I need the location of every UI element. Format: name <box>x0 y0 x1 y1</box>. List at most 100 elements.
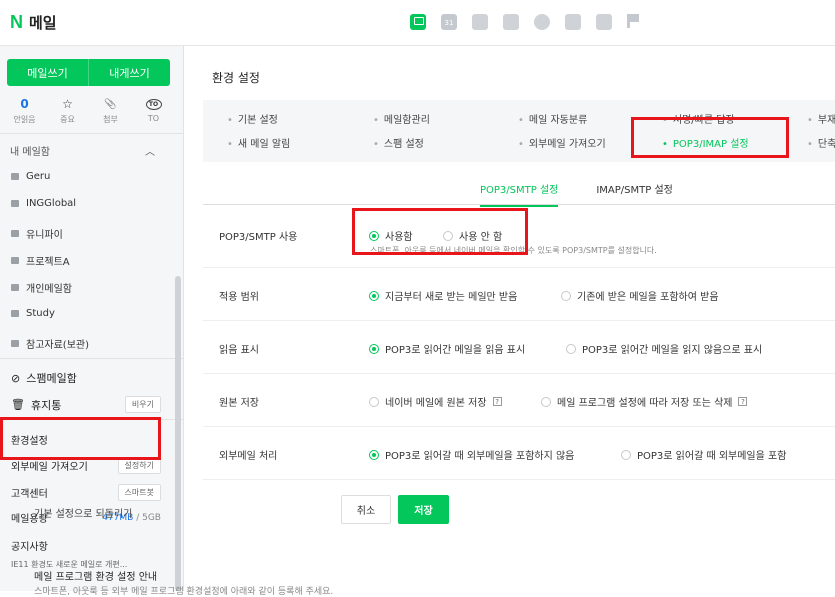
bookmark-app-icon[interactable] <box>627 14 639 28</box>
cancel-button[interactable]: 취소 <box>341 495 391 524</box>
radio-label: 지금부터 새로 받는 메일만 받음 <box>385 292 518 303</box>
chevron-up-icon[interactable]: ︿ <box>145 143 155 158</box>
apps-grid-icon[interactable] <box>565 14 581 30</box>
radio-mark-unread[interactable]: POP3로 읽어간 메일을 읽지 않음으로 표시 <box>566 341 762 356</box>
help-icon[interactable]: ? <box>492 397 502 406</box>
folder-icon <box>11 200 19 207</box>
app-switcher: 31 <box>410 14 639 30</box>
reset-to-default-link[interactable]: 기본 설정으로 되돌리기 <box>34 505 132 520</box>
spam-mailbox[interactable]: ⊘ 스팸메일함 <box>11 370 77 386</box>
folder-label: Study <box>26 308 55 319</box>
spam-mailbox-label: 스팸메일함 <box>26 372 77 385</box>
empty-trash-button[interactable]: 비우기 <box>124 396 161 413</box>
capacity-total: / 5GB <box>136 512 161 523</box>
contacts-app-icon[interactable] <box>472 14 488 30</box>
tab-pop3-imap[interactable]: POP3/IMAP 설정 <box>662 135 749 150</box>
trash-row[interactable]: 🗑 휴지통 비우기 <box>11 396 161 413</box>
tab-signature[interactable]: 서명/빠른 답장 <box>662 111 735 126</box>
to-icon: TO <box>145 98 162 110</box>
tab-new-mail-alert[interactable]: 새 메일 알림 <box>227 135 290 150</box>
folder-item[interactable]: INGGlobal <box>11 198 76 209</box>
my-mailbox-title: 내 메일함 <box>10 147 50 158</box>
tab-external-mail[interactable]: 외부메일 가져오기 <box>518 135 606 150</box>
external-mail-row[interactable]: 외부메일 가져오기 설정하기 <box>11 457 161 474</box>
quick-label: TO <box>147 114 160 123</box>
folder-icon <box>11 230 19 237</box>
smartbot-button[interactable]: 스마트봇 <box>117 484 161 501</box>
radio-scope-new-only[interactable]: 지금부터 새로 받는 메일만 받음 <box>369 288 517 303</box>
mail-logo-text: 메일 <box>29 14 57 32</box>
folder-item[interactable]: 참고자료(보관) <box>11 336 89 351</box>
tab-away[interactable]: 부재중 <box>807 111 835 126</box>
radio-label: POP3로 읽어간 메일을 읽지 않음으로 표시 <box>582 345 763 356</box>
folder-icon <box>11 284 19 291</box>
settings-link[interactable]: 환경설정 <box>11 432 161 447</box>
radio-label: 네이버 메일에 원본 저장 <box>385 398 487 409</box>
tab-shortcuts[interactable]: 단축키 <box>807 135 835 150</box>
trash-label: 휴지통 <box>30 398 62 412</box>
row-keep-original: 원본 저장 네이버 메일에 원본 저장? 메일 프로그램 설정에 따라 저장 또… <box>203 374 835 427</box>
folder-label: 참고자료(보관) <box>26 340 90 351</box>
folder-icon <box>11 310 19 317</box>
row-read-mark: 읽음 표시 POP3로 읽어간 메일을 읽음 표시 POP3로 읽어간 메일을 … <box>203 321 835 374</box>
folder-label: Geru <box>26 171 51 182</box>
calendar-app-icon[interactable]: 31 <box>441 14 457 30</box>
radio-scope-include-old[interactable]: 기존에 받은 메일을 포함하여 받음 <box>561 288 719 303</box>
external-mail-setup-button[interactable]: 설정하기 <box>117 457 161 474</box>
write-mail-button[interactable]: 메일쓰기 <box>7 59 89 86</box>
radio-keep-original[interactable]: 네이버 메일에 원본 저장? <box>369 394 502 409</box>
radio-selected-icon <box>369 290 379 301</box>
quick-label: 안읽음 <box>13 115 36 124</box>
my-mailbox-header[interactable]: 내 메일함 ︿ <box>10 143 155 158</box>
folder-item[interactable]: 프로젝트A <box>11 253 70 268</box>
radio-include-external[interactable]: POP3로 읽어갈 때 외부메일을 포함 <box>621 447 786 462</box>
mail-app-icon[interactable] <box>410 14 426 30</box>
addressbook-app-icon[interactable] <box>503 14 519 30</box>
radio-mark-read[interactable]: POP3로 읽어간 메일을 읽음 표시 <box>369 341 525 356</box>
notice-title-row[interactable]: 공지사항 <box>11 538 161 553</box>
tab-auto-sort[interactable]: 메일 자동분류 <box>518 111 587 126</box>
folder-item[interactable]: 개인메일함 <box>11 280 72 295</box>
quick-attachment[interactable]: 📎 첨부 <box>89 96 132 125</box>
customer-center-label: 고객센터 <box>11 489 48 500</box>
external-mail-label: 외부메일 가져오기 <box>11 462 88 473</box>
row-external-mail: 외부메일 처리 POP3로 읽어갈 때 외부메일을 포함하지 않음 POP3로 … <box>203 427 835 480</box>
tab-spam-settings[interactable]: 스팸 설정 <box>373 135 424 150</box>
divider <box>0 419 184 420</box>
radio-selected-icon <box>369 449 379 460</box>
tab-mailbox-management[interactable]: 메일함관리 <box>373 111 430 126</box>
folder-label: 개인메일함 <box>26 284 72 295</box>
home-app-icon[interactable] <box>596 14 612 30</box>
page-title: 환경 설정 <box>212 71 260 85</box>
quick-label: 첨부 <box>103 115 118 124</box>
radio-pop3-enabled[interactable]: 사용함 <box>369 228 413 243</box>
tab-basic-settings[interactable]: 기본 설정 <box>227 111 278 126</box>
radio-exclude-external[interactable]: POP3로 읽어갈 때 외부메일을 포함하지 않음 <box>369 447 574 462</box>
help-icon[interactable]: ? <box>738 397 748 406</box>
radio-unselected-icon <box>443 230 453 241</box>
quick-unread[interactable]: 0 안읽음 <box>3 96 46 125</box>
radio-unselected-icon <box>369 396 379 407</box>
folder-label: 유니파이 <box>26 230 63 241</box>
row-pop3-use: POP3/SMTP 사용 사용함 사용 안 함 스마트폰, 아웃룩 등에서 네이… <box>203 205 835 268</box>
folder-item[interactable]: Study <box>11 308 55 319</box>
sidebar-scrollbar[interactable] <box>175 276 181 591</box>
radio-selected-icon <box>369 230 379 241</box>
folder-item[interactable]: Geru <box>11 171 50 182</box>
folder-item[interactable]: 유니파이 <box>11 226 63 241</box>
radio-label: 사용함 <box>385 232 413 243</box>
folder-icon <box>11 257 19 264</box>
row-label: 적용 범위 <box>219 292 259 303</box>
naver-mail-logo[interactable]: N 메일 <box>10 12 57 33</box>
radio-pop3-disabled[interactable]: 사용 안 함 <box>443 228 502 243</box>
write-self-button[interactable]: 내게쓰기 <box>89 59 170 86</box>
no-entry-icon: ⊘ <box>11 371 21 385</box>
divider <box>0 133 184 134</box>
quick-to-me[interactable]: TO TO <box>132 96 175 125</box>
customer-center-row[interactable]: 고객센터 스마트봇 <box>11 484 161 501</box>
quick-important[interactable]: ☆ 중요 <box>46 96 89 125</box>
radio-follow-client[interactable]: 메일 프로그램 설정에 따라 저장 또는 삭제? <box>541 394 748 409</box>
save-button[interactable]: 저장 <box>398 495 449 524</box>
pop3-helper-text: 스마트폰, 아웃룩 등에서 네이버 메일을 확인할 수 있도록 POP3/SMT… <box>370 246 657 255</box>
drive-app-icon[interactable] <box>534 14 550 30</box>
